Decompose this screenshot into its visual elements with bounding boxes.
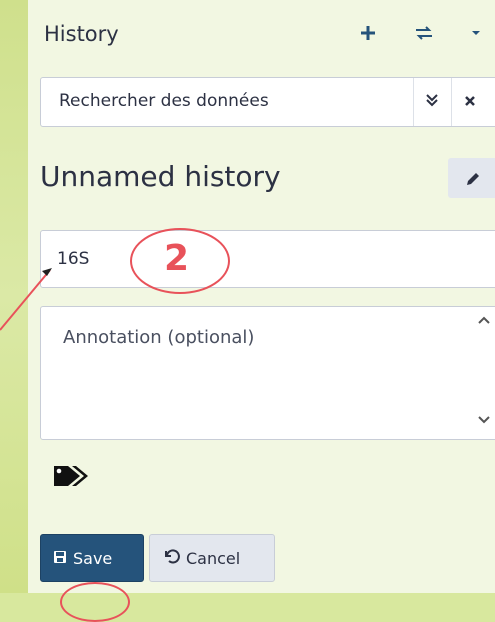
switch-icon[interactable] — [414, 22, 434, 46]
caret-down-icon[interactable] — [470, 22, 482, 46]
annotation-circle-partial — [60, 582, 130, 622]
plus-icon[interactable] — [360, 22, 376, 46]
scroll-down-icon[interactable] — [477, 413, 491, 429]
annotation-placeholder: Annotation (optional) — [63, 327, 255, 348]
save-button[interactable]: Save — [40, 534, 144, 582]
tags-icon[interactable] — [52, 462, 94, 494]
save-label: Save — [73, 548, 113, 568]
history-name: Unnamed history — [40, 160, 281, 193]
save-icon — [53, 549, 67, 568]
history-name-field[interactable]: 16S — [40, 230, 495, 288]
cancel-button[interactable]: Cancel — [149, 534, 275, 582]
annotation-arrow — [0, 268, 52, 331]
scroll-up-icon[interactable] — [477, 313, 491, 329]
cancel-label: Cancel — [186, 548, 241, 568]
annotation-step-number: 2 — [164, 238, 190, 279]
history-name-value: 16S — [57, 249, 90, 269]
undo-icon — [162, 547, 180, 569]
search-placeholder: Rechercher des données — [59, 91, 269, 111]
pencil-icon — [465, 168, 481, 187]
edit-history-button[interactable] — [448, 158, 495, 198]
advanced-search-icon[interactable] — [413, 78, 450, 126]
search-input[interactable]: Rechercher des données — [40, 77, 495, 127]
annotation-textarea[interactable]: Annotation (optional) — [40, 306, 495, 440]
clear-search-icon[interactable] — [451, 78, 488, 126]
